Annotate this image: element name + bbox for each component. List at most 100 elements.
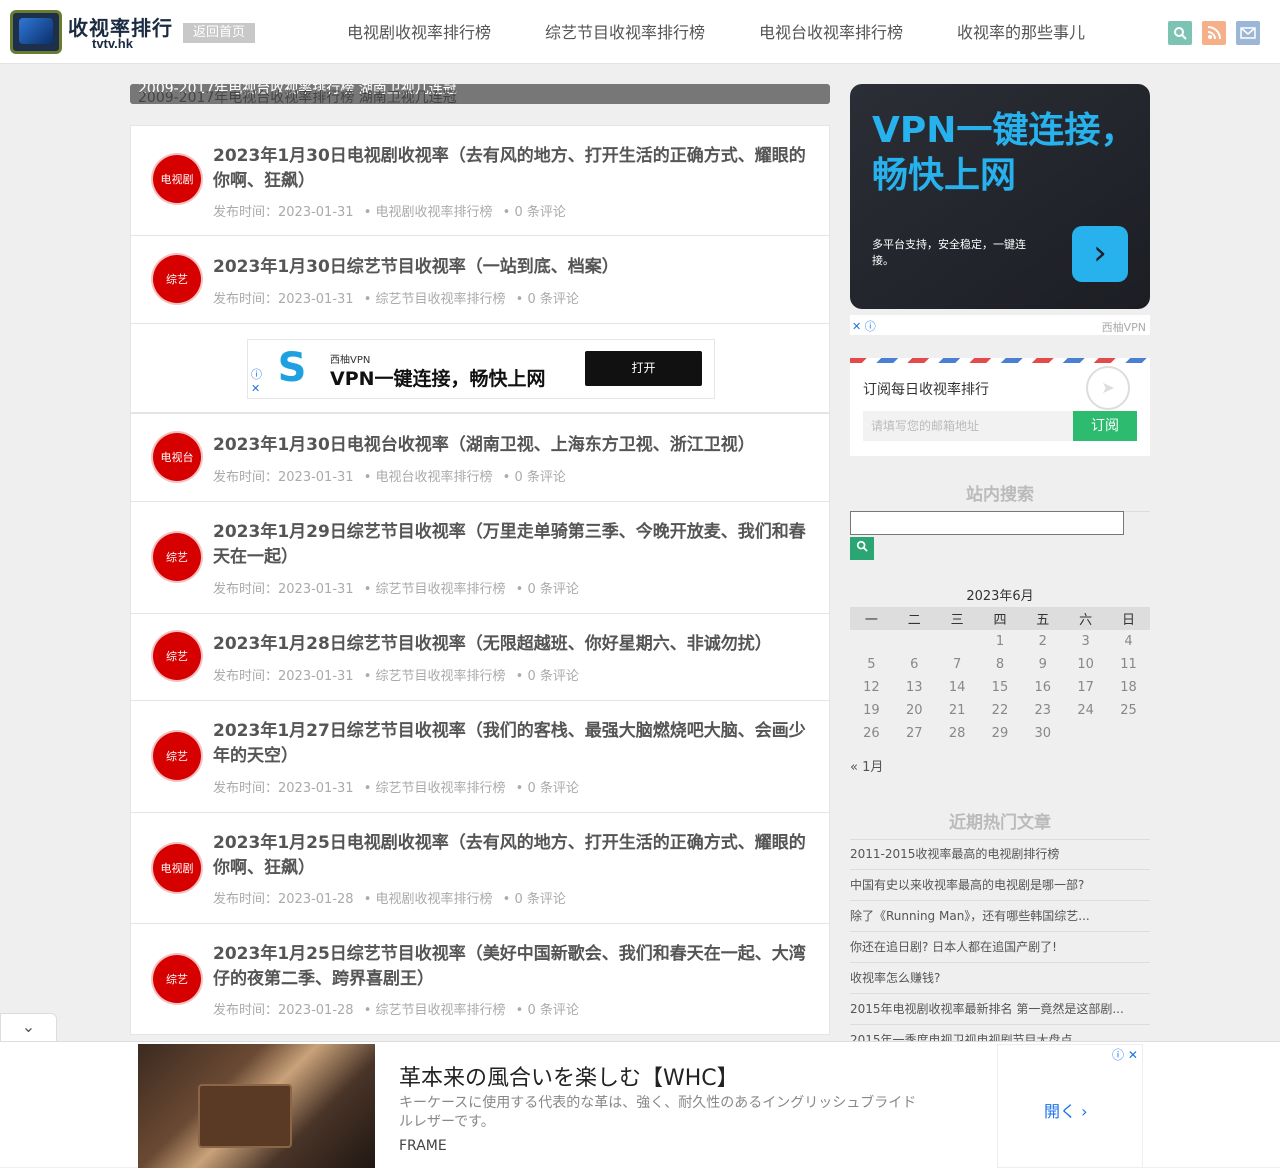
calendar-day: 11 (1120, 657, 1137, 672)
list-item[interactable]: 电视剧 2023年1月30日电视剧收视率（去有风的地方、打开生活的正确方式、耀眼… (130, 125, 830, 236)
calendar-day (850, 630, 893, 653)
calendar-day: 10 (1077, 657, 1094, 672)
weekday-label: 六 (1064, 607, 1108, 630)
hot-post-link[interactable]: 2015年电视剧收视率最新排名 第一竟然是这部剧... (850, 994, 1150, 1025)
search-icon[interactable] (850, 537, 874, 560)
mail-icon[interactable] (1236, 21, 1260, 45)
ad-close-icon[interactable]: ✕ (251, 382, 260, 395)
bottom-ad-text[interactable]: 革本来の風合いを楽しむ【WHC】 キーケースに使用する代表的な革は、強く、耐久性… (375, 1044, 997, 1168)
subscribe-button[interactable]: 订阅 (1073, 411, 1137, 441)
ad-open-button[interactable]: 打开 (585, 351, 702, 386)
post-title[interactable]: 2023年1月30日电视剧收视率（去有风的地方、打开生活的正确方式、耀眼的你啊、… (213, 144, 813, 194)
post-category[interactable]: 电视台收视率排行榜 (376, 470, 493, 485)
calendar-day: 21 (948, 703, 966, 718)
home-button[interactable]: 返回首页 (183, 23, 256, 43)
arrow-right-icon[interactable]: › (1072, 226, 1128, 282)
category-badge: 综艺 (153, 955, 201, 1003)
post-comments[interactable]: 0 条评论 (527, 1003, 578, 1018)
search-input[interactable] (850, 511, 1124, 535)
post-meta: 发布时间：2023-01-31 • 综艺节目收视率排行榜 • 0 条评论 (213, 582, 579, 597)
email-field[interactable]: 请填写您的邮箱地址 (863, 411, 1073, 441)
post-comments[interactable]: 0 条评论 (527, 781, 578, 796)
ad-info-icon[interactable]: ⓘ (251, 366, 262, 382)
send-icon: ➤ (1086, 366, 1130, 410)
calendar-day: 26 (863, 726, 880, 741)
category-badge: 电视剧 (153, 844, 201, 892)
hot-post-link[interactable]: 2011-2015收视率最高的电视剧排行榜 (850, 839, 1150, 870)
ad-close-icon[interactable]: ✕ ⓘ (852, 318, 876, 334)
list-item[interactable]: 电视台 2023年1月30日电视台收视率（湖南卫视、上海东方卫视、浙江卫视） 发… (130, 413, 830, 502)
calendar-prev-link[interactable]: « 1月 (850, 756, 883, 775)
post-category[interactable]: 综艺节目收视率排行榜 (376, 1003, 506, 1018)
list-item[interactable]: 综艺 2023年1月27日综艺节目收视率（我们的客栈、最强大脑燃烧吧大脑、会画少… (130, 700, 830, 813)
site-logo[interactable]: 收视率排行 tvtv.hk (10, 8, 172, 56)
list-item[interactable]: 综艺 2023年1月29日综艺节目收视率（万里走单骑第三季、今晚开放麦、我们和春… (130, 501, 830, 614)
tv-icon (10, 10, 62, 54)
post-category[interactable]: 综艺节目收视率排行榜 (376, 781, 506, 796)
post-date: 发布时间：2023-01-31 (213, 669, 354, 684)
list-item[interactable]: 综艺 2023年1月30日综艺节目收视率（一站到底、档案） 发布时间：2023-… (130, 235, 830, 324)
post-title[interactable]: 2023年1月30日综艺节目收视率（一站到底、档案） (213, 255, 813, 280)
calendar-week: 5 6 7 8 9 10 11 (850, 653, 1150, 676)
vpn-ad-brand: 西柚VPN (1101, 321, 1146, 334)
post-comments[interactable]: 0 条评论 (527, 669, 578, 684)
calendar-day: 1 (995, 634, 1005, 649)
hot-post-link[interactable]: 中国有史以来收视率最高的电视剧是哪一部? (850, 870, 1150, 901)
post-comments[interactable]: 0 条评论 (527, 292, 578, 307)
post-comments[interactable]: 0 条评论 (514, 892, 565, 907)
main-nav: 电视剧收视率排行榜 综艺节目收视率排行榜 电视台收视率排行榜 收视率的那些事儿 (320, 0, 1112, 64)
hot-post-link[interactable]: 收视率怎么赚钱? (850, 963, 1150, 994)
nav-stories[interactable]: 收视率的那些事儿 (930, 0, 1112, 64)
open-button[interactable]: 開く › (1044, 1098, 1088, 1122)
post-date: 发布时间：2023-01-31 (213, 205, 354, 220)
post-title[interactable]: 2023年1月25日电视剧收视率（去有风的地方、打开生活的正确方式、耀眼的你啊、… (213, 831, 813, 881)
calendar-day: 29 (991, 726, 1009, 741)
inline-ad-banner[interactable]: ⓘ ✕ S 西柚VPN VPN一键连接，畅快上网 打开 (247, 339, 715, 399)
weekday-label: 三 (935, 607, 979, 630)
subscribe-widget: ➤ 订阅每日收视率排行 请填写您的邮箱地址 订阅 (850, 358, 1150, 456)
news-ticker[interactable]: 2009-2017年电视台收视率排行榜 湖南卫视几连冠 2009-2017年电视… (130, 84, 830, 104)
list-item[interactable]: 综艺 2023年1月28日综艺节目收视率（无限超越班、你好星期六、非诚勿扰） 发… (130, 613, 830, 701)
vpn-ad[interactable]: VPN一键连接，畅快上网 多平台支持，安全稳定，一键连接。 › (850, 84, 1150, 309)
post-category[interactable]: 综艺节目收视率排行榜 (376, 669, 506, 684)
bottom-ad-description: キーケースに使用する代表的な革は、強く、耐久性のあるイングリッシュブライドルレザ… (399, 1095, 917, 1130)
category-badge: 综艺 (153, 255, 201, 303)
list-item[interactable]: 综艺 2023年1月25日综艺节目收视率（美好中国新歌会、我们和春天在一起、大湾… (130, 923, 830, 1035)
post-meta: 发布时间：2023-01-28 • 电视剧收视率排行榜 • 0 条评论 (213, 892, 566, 907)
post-comments[interactable]: 0 条评论 (514, 205, 565, 220)
post-title[interactable]: 2023年1月27日综艺节目收视率（我们的客栈、最强大脑燃烧吧大脑、会画少年的天… (213, 719, 813, 769)
logo-domain: tvtv.hk (92, 36, 133, 51)
post-date: 发布时间：2023-01-31 (213, 582, 354, 597)
post-title[interactable]: 2023年1月29日综艺节目收视率（万里走单骑第三季、今晚开放麦、我们和春天在一… (213, 520, 813, 570)
weekday-label: 二 (892, 607, 936, 630)
nav-variety[interactable]: 综艺节目收视率排行榜 (518, 0, 732, 64)
hot-post-link[interactable]: 你还在追日剧? 日本人都在追国产剧了! (850, 932, 1150, 963)
nav-tv-station[interactable]: 电视台收视率排行榜 (732, 0, 930, 64)
post-title[interactable]: 2023年1月25日综艺节目收视率（美好中国新歌会、我们和春天在一起、大湾仔的夜… (213, 942, 813, 992)
ticker-text-next[interactable]: 2009-2017年电视台收视率排行榜 湖南卫视几连冠 (138, 87, 457, 104)
calendar-day: 27 (905, 726, 923, 741)
post-comments[interactable]: 0 条评论 (514, 470, 565, 485)
post-meta: 发布时间：2023-01-31 • 综艺节目收视率排行榜 • 0 条评论 (213, 669, 579, 684)
bottom-ad-headline: 革本来の風合いを楽しむ【WHC】 (399, 1066, 739, 1091)
nav-tv-drama[interactable]: 电视剧收视率排行榜 (320, 0, 518, 64)
post-meta: 发布时间：2023-01-31 • 电视台收视率排行榜 • 0 条评论 (213, 470, 566, 485)
rss-icon[interactable] (1202, 21, 1226, 45)
post-category[interactable]: 综艺节目收视率排行榜 (376, 292, 506, 307)
category-badge: 综艺 (153, 732, 201, 780)
calendar-day: 20 (905, 703, 923, 718)
hot-post-link[interactable]: 除了《Running Man》，还有哪些韩国综艺... (850, 901, 1150, 932)
calendar-day: 9 (1038, 657, 1047, 672)
ad-close-icon[interactable]: ⓘ ✕ (1112, 1046, 1138, 1063)
post-category[interactable]: 电视剧收视率排行榜 (376, 892, 493, 907)
post-category[interactable]: 电视剧收视率排行榜 (376, 205, 493, 220)
bottom-ad[interactable]: 革本来の風合いを楽しむ【WHC】 キーケースに使用する代表的な革は、強く、耐久性… (0, 1041, 1280, 1168)
chevron-down-icon[interactable]: ⌄ (0, 1013, 57, 1041)
post-category[interactable]: 综艺节目收视率排行榜 (376, 582, 506, 597)
post-title[interactable]: 2023年1月28日综艺节目收视率（无限超越班、你好星期六、非诚勿扰） (213, 632, 813, 657)
list-item[interactable]: 电视剧 2023年1月25日电视剧收视率（去有风的地方、打开生活的正确方式、耀眼… (130, 812, 830, 924)
post-title[interactable]: 2023年1月30日电视台收视率（湖南卫视、上海东方卫视、浙江卫视） (213, 433, 813, 458)
weekday-label: 五 (1021, 607, 1065, 630)
search-icon[interactable] (1168, 21, 1192, 45)
post-comments[interactable]: 0 条评论 (527, 582, 578, 597)
